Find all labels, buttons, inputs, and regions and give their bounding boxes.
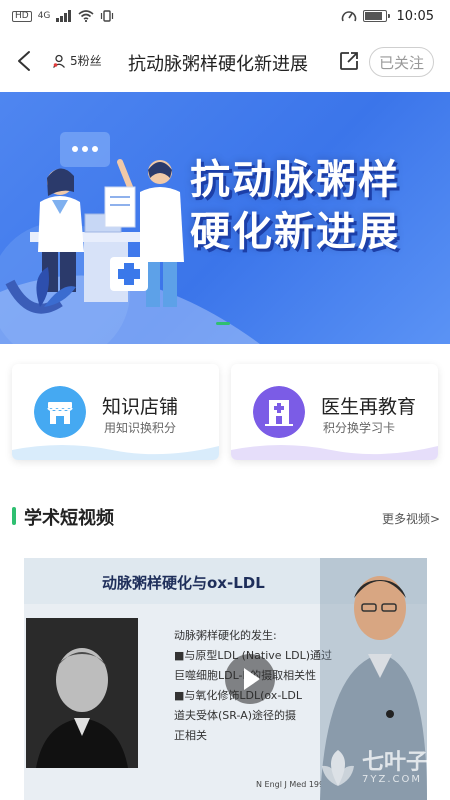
battery-icon bbox=[362, 10, 390, 22]
slide-title: 动脉粥样硬化与ox-LDL bbox=[102, 574, 265, 592]
status-right: 10:05 bbox=[341, 9, 434, 24]
doctor-education-card[interactable]: 医生再教育 积分换学习卡 bbox=[231, 364, 438, 460]
speedometer-icon bbox=[341, 11, 356, 22]
card-wave-decoration bbox=[12, 445, 219, 460]
knowledge-store-card[interactable]: 知识店铺 用知识换积分 bbox=[12, 364, 219, 460]
header: 5粉丝 抗动脉粥样硬化新进展 已关注 bbox=[0, 32, 450, 90]
feature-cards: 知识店铺 用知识换积分 医生再教育 积分换学习卡 bbox=[12, 364, 438, 460]
banner-title: 抗动脉粥样 硬化新进展 bbox=[190, 154, 430, 258]
banner[interactable]: 抗动脉粥样 硬化新进展 bbox=[0, 92, 450, 344]
section-accent-bar bbox=[12, 507, 16, 525]
status-left: HD 4G bbox=[12, 10, 114, 22]
portrait-image bbox=[26, 618, 138, 768]
page-title: 抗动脉粥样硬化新进展 bbox=[128, 54, 308, 75]
network-type-label: 4G bbox=[37, 10, 51, 21]
user-icon bbox=[53, 54, 65, 68]
fans-count[interactable]: 5粉丝 bbox=[52, 52, 102, 69]
battery-fill bbox=[364, 12, 382, 20]
hd-icon: HD bbox=[12, 10, 32, 22]
more-videos-link[interactable]: 更多视频> bbox=[382, 510, 440, 527]
carousel-indicator bbox=[216, 322, 230, 325]
status-time: 10:05 bbox=[396, 8, 434, 24]
card-subtitle: 用知识换积分 bbox=[104, 421, 177, 435]
section-header: 学术短视频 更多视频> bbox=[12, 504, 440, 530]
leaf-logo-icon bbox=[322, 750, 354, 786]
fans-label: 5粉丝 bbox=[70, 54, 102, 68]
banner-title-line-2: 硬化新进展 bbox=[190, 209, 400, 255]
play-button[interactable] bbox=[225, 654, 275, 704]
watermark-domain: 7YZ.COM bbox=[362, 773, 422, 785]
hospital-icon bbox=[253, 386, 305, 438]
card-title: 医生再教育 bbox=[321, 396, 417, 418]
slide-line: 动脉粥样硬化的发生: bbox=[174, 629, 277, 642]
slide-line: 道夫受体(SR-A)途径的摄 bbox=[174, 709, 297, 722]
card-subtitle: 积分换学习卡 bbox=[323, 421, 396, 435]
slide-line: 正相关 bbox=[174, 729, 207, 742]
share-icon[interactable] bbox=[338, 50, 360, 72]
shop-icon bbox=[34, 386, 86, 438]
section-title: 学术短视频 bbox=[24, 508, 114, 529]
back-button[interactable] bbox=[14, 49, 36, 73]
card-wave-decoration bbox=[231, 445, 438, 460]
follow-button[interactable]: 已关注 bbox=[369, 47, 434, 77]
watermark-text: 七叶子 7YZ.COM bbox=[362, 749, 429, 785]
watermark-title: 七叶子 bbox=[362, 749, 429, 775]
card-title: 知识店铺 bbox=[102, 396, 179, 418]
wifi-icon bbox=[78, 10, 94, 22]
banner-title-line-1: 抗动脉粥样 bbox=[190, 157, 400, 203]
signal-icon bbox=[56, 10, 72, 22]
status-bar: HD 4G 10:05 bbox=[0, 0, 450, 32]
vibrate-icon bbox=[101, 10, 114, 22]
watermark: 七叶子 7YZ.COM bbox=[318, 744, 450, 792]
